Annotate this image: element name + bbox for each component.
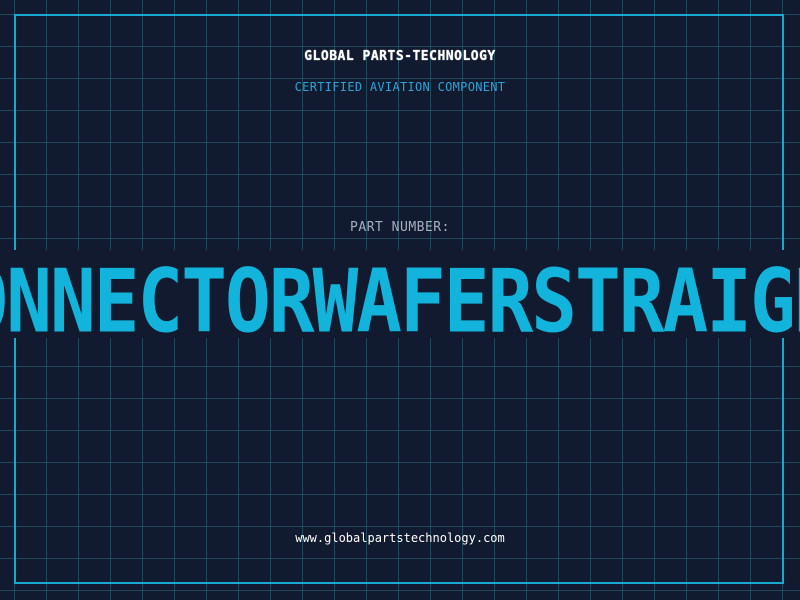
part-number-label: PART NUMBER: [350, 220, 450, 235]
certificate-card: GLOBAL PARTS-TECHNOLOGY CERTIFIED AVIATI… [0, 0, 800, 600]
certification-subtitle: CERTIFIED AVIATION COMPONENT [294, 80, 506, 94]
part-number-value: CONNECTORWAFERSTRAIGHT [0, 250, 800, 338]
website-url: www.globalpartstechnology.com [295, 531, 505, 545]
part-number-band: CONNECTORWAFERSTRAIGHT [0, 250, 800, 338]
company-name: GLOBAL PARTS-TECHNOLOGY [304, 49, 496, 64]
